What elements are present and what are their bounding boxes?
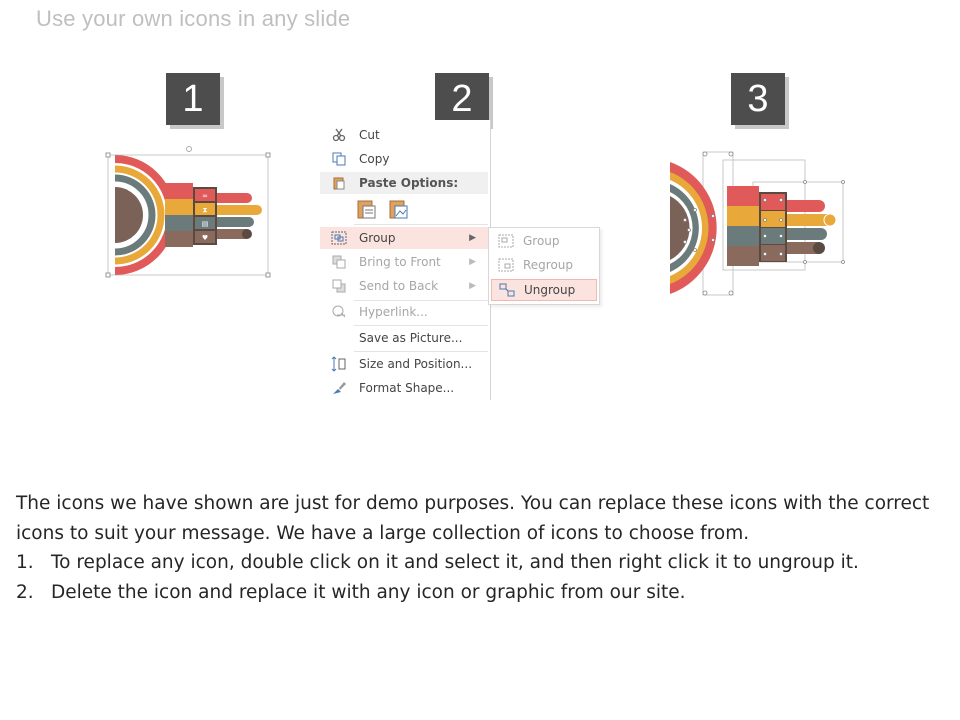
scissors-icon [326, 128, 352, 142]
menu-separator [354, 325, 488, 326]
hyperlink-icon [326, 305, 352, 319]
menu-label-hyperlink: Hyperlink... [359, 305, 428, 319]
step-badge-3: 3 [731, 73, 785, 125]
bar-yellow-outer [217, 205, 257, 215]
menu-item-size-position[interactable]: Size and Position... [320, 353, 488, 375]
submenu-item-ungroup[interactable]: Ungroup [491, 279, 597, 301]
format-shape-icon [326, 380, 352, 396]
ungroup-icon [496, 283, 518, 297]
dot-yellow [823, 213, 837, 227]
menu-item-cut[interactable]: Cut [320, 124, 488, 146]
rainbow-graphic-ungrouped[interactable] [665, 150, 850, 300]
paste-options-row [356, 198, 410, 223]
group-submenu: Group Regroup Ungroup [488, 227, 600, 305]
list-item: 2. Delete the icon and replace it with a… [16, 578, 936, 608]
dot-brown [813, 242, 825, 254]
menu-item-paste-options: Paste Options: [320, 172, 488, 194]
dot-red [242, 193, 252, 203]
submenu-arrow-icon: ▶ [469, 233, 476, 243]
bar-red-inner [727, 186, 759, 206]
submenu-arrow-icon: ▶ [469, 257, 476, 267]
ring-center [115, 187, 143, 243]
menu-item-send-to-back[interactable]: Send to Back ▶ [320, 275, 488, 297]
document-icon: ▤ [202, 220, 209, 228]
bring-to-front-icon [326, 255, 352, 269]
submenu-label-group: Group [523, 234, 560, 248]
copy-icon [326, 152, 352, 166]
submenu-label-ungroup: Ungroup [524, 283, 576, 297]
dot-slate [244, 217, 254, 227]
step-badge-1: 1 [166, 73, 220, 125]
rainbow-graphic-selected[interactable]: ∞ ⧗ ▤ ♥ [105, 145, 275, 280]
menu-label-send-to-back: Send to Back [359, 279, 439, 293]
menu-separator [354, 224, 488, 225]
paste-keep-formatting-icon[interactable] [356, 198, 378, 223]
menu-item-format-shape[interactable]: Format Shape... [320, 377, 488, 399]
bar-yellow-inner [727, 206, 759, 226]
group-icon [495, 234, 517, 248]
list-number: 1. [16, 552, 34, 573]
menu-label-group: Group [359, 231, 396, 245]
menu-item-copy[interactable]: Copy [320, 148, 488, 170]
regroup-icon [495, 258, 517, 272]
menu-label-copy: Copy [359, 152, 390, 166]
dot-red [813, 200, 825, 212]
instructions-intro: The icons we have shown are just for dem… [16, 493, 930, 544]
paste-icon [326, 176, 352, 190]
bar-red-inner [165, 183, 193, 199]
instructions: The icons we have shown are just for dem… [16, 489, 936, 607]
context-menu: Cut Copy Paste Options: Group ▶ Bring to… [320, 120, 491, 400]
bar-brown-inner [165, 231, 193, 247]
menu-label-cut: Cut [359, 128, 380, 142]
dot-slate [815, 228, 827, 240]
instructions-list: 1. To replace any icon, double click on … [16, 548, 936, 607]
menu-label-bring-to-front: Bring to Front [359, 255, 441, 269]
group-icon [326, 231, 352, 245]
bar-slate-inner [165, 215, 193, 231]
menu-label-format-shape: Format Shape... [359, 381, 455, 395]
dot-brown [242, 229, 252, 239]
bar-brown-inner [727, 246, 759, 266]
hourglass-icon: ⧗ [203, 206, 208, 214]
menu-label-paste-options: Paste Options: [359, 176, 459, 190]
list-item: 1. To replace any icon, double click on … [16, 548, 936, 578]
heart-icon: ♥ [202, 234, 208, 242]
submenu-arrow-icon: ▶ [469, 281, 476, 291]
size-position-icon [326, 356, 352, 372]
link-icon: ∞ [202, 192, 208, 200]
list-text: To replace any icon, double click on it … [51, 552, 859, 573]
dot-yellow [252, 205, 262, 215]
menu-label-size-position: Size and Position... [359, 357, 473, 371]
menu-label-save-as-picture: Save as Picture... [359, 331, 463, 345]
submenu-label-regroup: Regroup [523, 258, 574, 272]
menu-item-hyperlink[interactable]: Hyperlink... [320, 301, 488, 323]
list-text: Delete the icon and replace it with any … [51, 581, 686, 603]
step-badge-2: 2 [435, 73, 489, 125]
submenu-item-regroup[interactable]: Regroup [491, 254, 597, 276]
menu-separator [354, 351, 488, 352]
list-number: 2. [16, 581, 34, 603]
paste-picture-icon[interactable] [388, 198, 410, 223]
menu-item-group[interactable]: Group ▶ [320, 227, 488, 249]
bar-yellow-inner [165, 199, 193, 215]
bar-yellow-outer [787, 214, 829, 226]
rotate-handle[interactable] [186, 146, 192, 152]
menu-item-save-as-picture[interactable]: Save as Picture... [320, 327, 488, 349]
submenu-item-group[interactable]: Group [491, 230, 597, 252]
slide-title: Use your own icons in any slide [36, 6, 351, 31]
send-to-back-icon [326, 279, 352, 293]
bar-slate-inner [727, 226, 759, 246]
menu-item-bring-to-front[interactable]: Bring to Front ▶ [320, 251, 488, 273]
